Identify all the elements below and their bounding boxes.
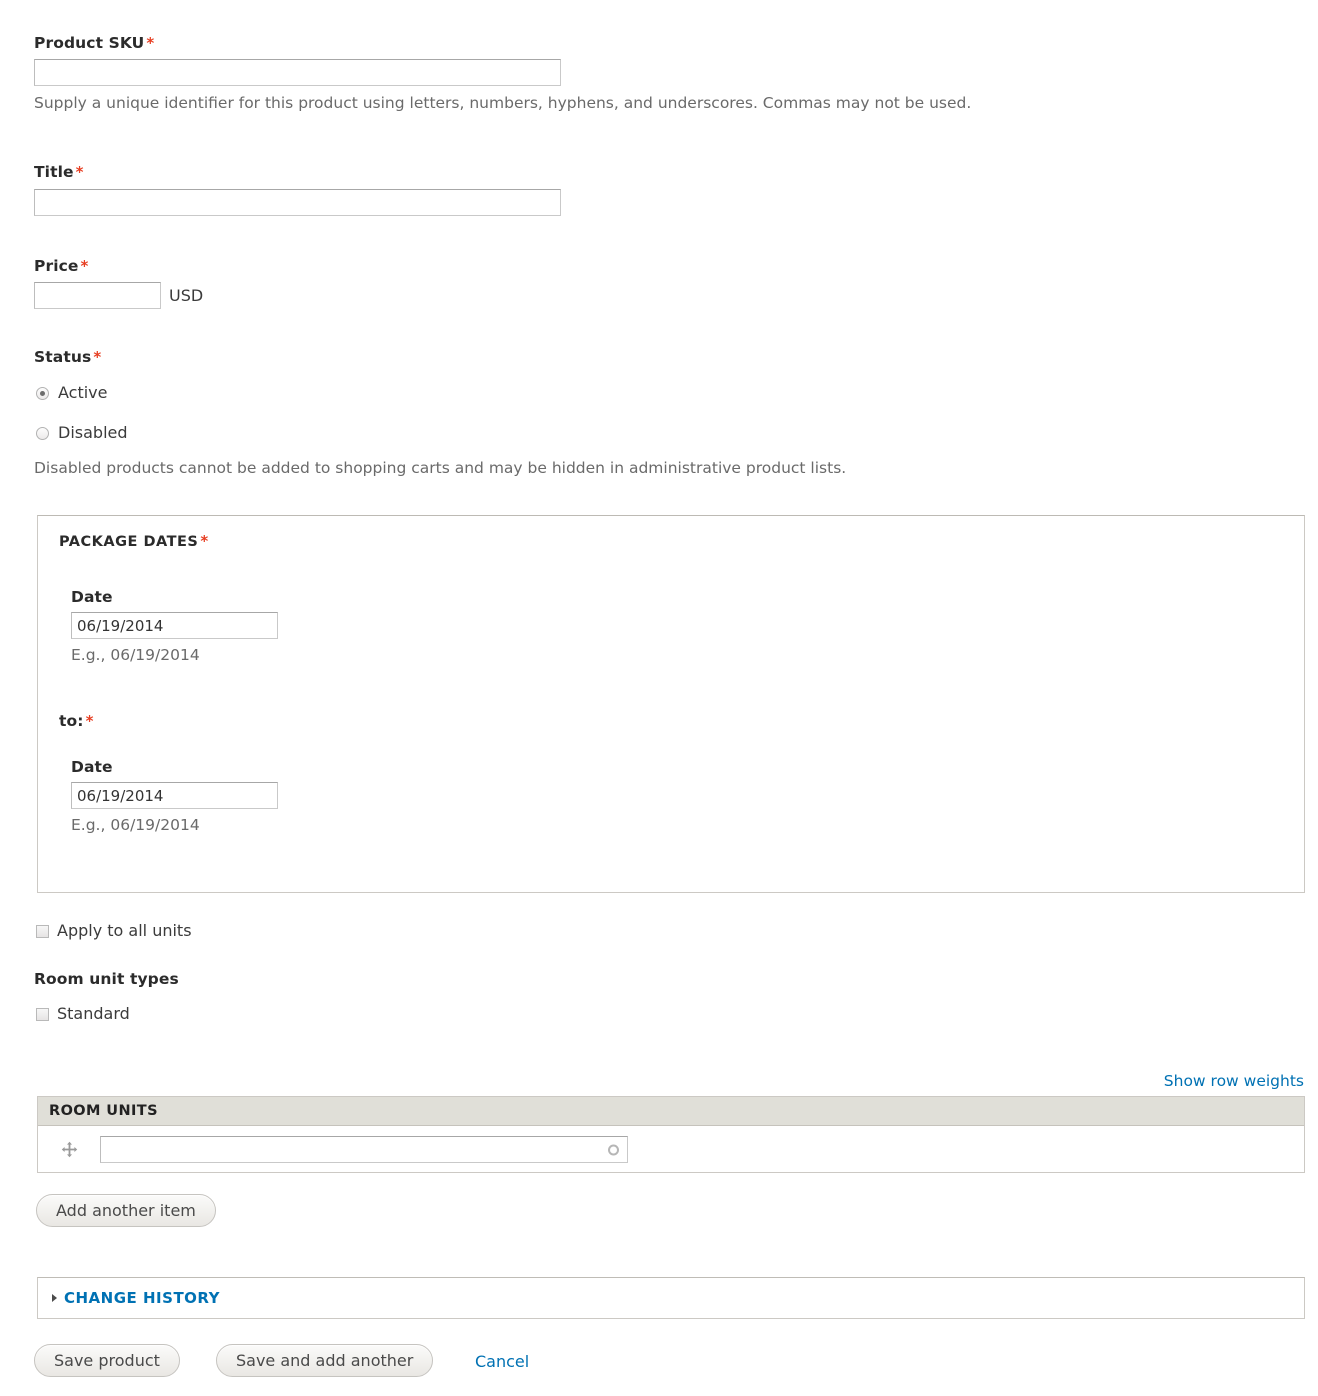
required-marker: * bbox=[75, 163, 84, 181]
checkbox-standard-icon[interactable] bbox=[36, 1007, 49, 1021]
checkbox-apply-to-all-units-icon[interactable] bbox=[36, 924, 49, 938]
product-sku-label-text: Product SKU bbox=[34, 34, 145, 52]
package-date-to-hint: E.g., 06/19/2014 bbox=[71, 816, 200, 834]
apply-to-all-units-option[interactable]: Apply to all units bbox=[36, 923, 192, 939]
package-date-to-label: Date bbox=[71, 758, 113, 776]
status-label: Status * bbox=[34, 348, 434, 366]
cancel-link[interactable]: Cancel bbox=[475, 1352, 529, 1371]
price-currency-label: USD bbox=[169, 286, 204, 305]
product-sku-input[interactable] bbox=[34, 59, 561, 86]
room-unit-type-standard-label: Standard bbox=[57, 1004, 130, 1023]
field-product-sku: Product SKU * bbox=[34, 34, 654, 52]
autocomplete-throbber-icon bbox=[608, 1144, 619, 1155]
package-date-to-input[interactable] bbox=[71, 782, 278, 809]
save-product-button[interactable]: Save product bbox=[34, 1344, 180, 1377]
package-dates-fieldset: PACKAGE DATES* Date E.g., 06/19/2014 to:… bbox=[37, 515, 1305, 893]
required-marker: * bbox=[200, 532, 209, 550]
change-history-fieldset[interactable]: CHANGE HISTORY bbox=[37, 1277, 1305, 1319]
package-date-from-hint: E.g., 06/19/2014 bbox=[71, 646, 200, 664]
apply-to-all-units-label: Apply to all units bbox=[57, 921, 192, 940]
required-marker: * bbox=[93, 348, 102, 366]
drag-handle-cell[interactable] bbox=[38, 1141, 100, 1158]
package-dates-legend-text: PACKAGE DATES bbox=[59, 534, 199, 550]
show-row-weights-link[interactable]: Show row weights bbox=[1164, 1072, 1304, 1090]
package-date-from-label: Date bbox=[71, 588, 113, 606]
price-input[interactable] bbox=[34, 282, 161, 309]
title-input[interactable] bbox=[34, 189, 561, 216]
room-unit-input[interactable] bbox=[100, 1136, 628, 1163]
title-label: Title * bbox=[34, 163, 654, 181]
room-units-table: ROOM UNITS bbox=[37, 1096, 1305, 1173]
field-price: Price * bbox=[34, 257, 434, 275]
add-another-item-button[interactable]: Add another item bbox=[36, 1194, 216, 1227]
product-sku-description: Supply a unique identifier for this prod… bbox=[34, 94, 972, 112]
field-title: Title * bbox=[34, 163, 654, 181]
status-option-active[interactable]: Active bbox=[36, 385, 108, 401]
room-units-table-header-label: ROOM UNITS bbox=[49, 1103, 158, 1119]
room-units-table-header: ROOM UNITS bbox=[38, 1097, 1304, 1126]
chevron-right-icon bbox=[52, 1294, 57, 1302]
required-marker: * bbox=[146, 34, 155, 52]
status-option-disabled[interactable]: Disabled bbox=[36, 425, 128, 441]
radio-active-icon[interactable] bbox=[36, 386, 49, 400]
table-row bbox=[38, 1126, 1304, 1173]
product-edit-form: Product SKU * Supply a unique identifier … bbox=[0, 0, 1318, 1396]
status-option-active-label: Active bbox=[58, 383, 108, 402]
required-marker: * bbox=[80, 257, 89, 275]
change-history-title[interactable]: CHANGE HISTORY bbox=[64, 1289, 220, 1307]
price-label-text: Price bbox=[34, 257, 79, 275]
required-marker: * bbox=[85, 712, 94, 730]
status-label-text: Status bbox=[34, 348, 92, 366]
save-and-add-another-button[interactable]: Save and add another bbox=[216, 1344, 434, 1377]
status-option-disabled-label: Disabled bbox=[58, 423, 128, 442]
room-unit-types-label: Room unit types bbox=[34, 970, 179, 988]
room-unit-type-option-standard[interactable]: Standard bbox=[36, 1006, 130, 1022]
status-description: Disabled products cannot be added to sho… bbox=[34, 459, 847, 477]
product-sku-label: Product SKU * bbox=[34, 34, 654, 52]
package-dates-to-label-text: to: bbox=[59, 712, 84, 730]
room-unit-autocomplete bbox=[100, 1136, 628, 1163]
title-label-text: Title bbox=[34, 163, 74, 181]
move-cross-icon[interactable] bbox=[61, 1141, 78, 1158]
package-date-from-input[interactable] bbox=[71, 612, 278, 639]
package-dates-to-label: to: * bbox=[59, 712, 94, 730]
package-dates-legend: PACKAGE DATES * bbox=[59, 532, 209, 550]
price-label: Price * bbox=[34, 257, 434, 275]
field-status: Status * bbox=[34, 348, 434, 366]
radio-disabled-icon[interactable] bbox=[36, 426, 49, 440]
